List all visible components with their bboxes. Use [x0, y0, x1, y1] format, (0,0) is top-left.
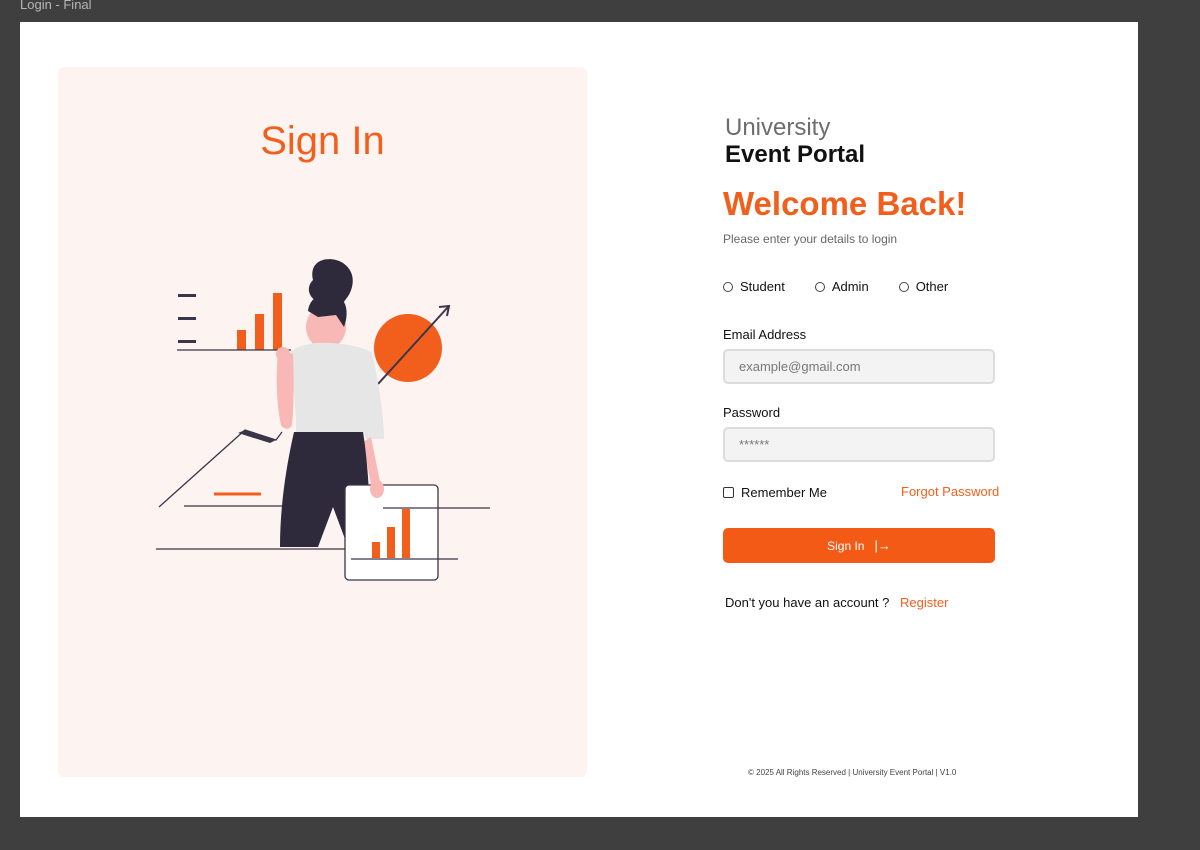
welcome-heading: Welcome Back! — [723, 185, 967, 222]
sign-in-arrow-icon: |→ — [874, 538, 891, 553]
sign-in-button[interactable]: Sign In |→ — [723, 528, 995, 563]
register-prompt-row: Don't you have an account ? Register — [725, 595, 948, 610]
remember-me-option[interactable]: Remember Me — [723, 485, 827, 500]
email-field[interactable] — [723, 349, 995, 384]
remember-me-label: Remember Me — [741, 485, 827, 500]
radio-icon[interactable] — [723, 281, 733, 292]
illustration-panel: Sign In — [58, 67, 587, 777]
password-field[interactable] — [723, 427, 995, 462]
sign-in-label: Sign In — [827, 538, 865, 553]
role-selector: Student Admin Other — [723, 279, 948, 294]
role-label: Admin — [831, 279, 869, 294]
role-option-student[interactable]: Student — [723, 279, 785, 294]
brand-line-1: University — [725, 114, 831, 141]
register-prompt: Don't you have an account ? — [725, 595, 890, 610]
login-page: Sign In University Event Portal Welcome … — [20, 22, 1138, 817]
brand-line-2: Event Portal — [725, 141, 866, 168]
role-label: Student — [740, 279, 785, 294]
radio-icon[interactable] — [898, 281, 909, 292]
footer-text: © 2025 All Rights Reserved | University … — [748, 768, 957, 777]
woman-analytics-illustration — [156, 259, 490, 581]
window-title: Login - Final — [20, 0, 92, 12]
checkbox-icon[interactable] — [723, 487, 734, 498]
password-label: Password — [723, 405, 781, 420]
register-link[interactable]: Register — [900, 595, 948, 610]
login-subtitle: Please enter your details to login — [723, 232, 898, 246]
role-label: Other — [915, 279, 949, 294]
role-option-other[interactable]: Other — [898, 279, 949, 294]
radio-icon[interactable] — [814, 281, 825, 292]
forgot-password-link[interactable]: Forgot Password — [901, 484, 999, 499]
panel-title: Sign In — [260, 119, 385, 163]
login-form-panel: University Event Portal Welcome Back! Pl… — [723, 22, 1013, 817]
email-label: Email Address — [723, 327, 807, 342]
role-option-admin[interactable]: Admin — [814, 279, 869, 294]
